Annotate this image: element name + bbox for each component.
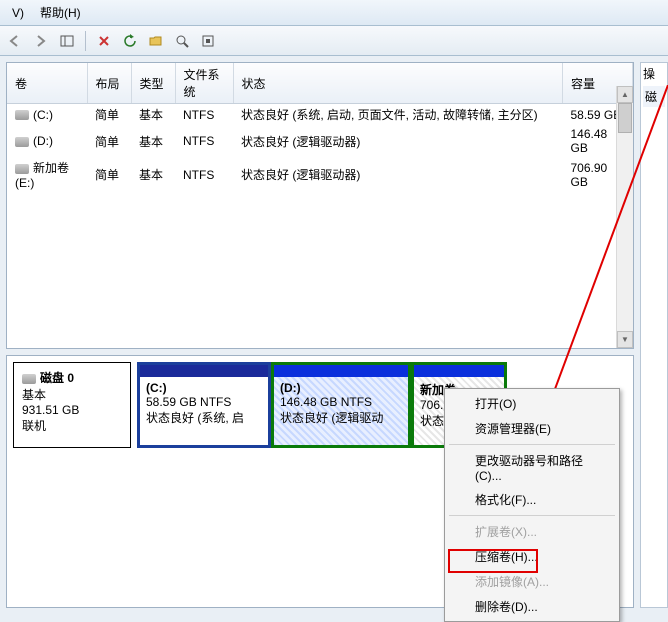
- vol-status: 状态良好 (系统, 启动, 页面文件, 活动, 故障转储, 主分区): [233, 104, 563, 126]
- volume-table-container: 卷 布局 类型 文件系统 状态 容量 (C:) 简单 基本 NTFS 状态良好: [6, 62, 634, 349]
- table-row[interactable]: (C:) 简单 基本 NTFS 状态良好 (系统, 启动, 页面文件, 活动, …: [7, 104, 633, 126]
- col-status[interactable]: 状态: [233, 63, 563, 104]
- table-row[interactable]: 新加卷 (E:) 简单 基本 NTFS 状态良好 (逻辑驱动器) 706.90 …: [7, 157, 633, 192]
- toolbar-separator: [85, 31, 86, 51]
- disk-icon: [22, 374, 36, 384]
- scroll-up-icon[interactable]: ▲: [617, 86, 633, 103]
- disk-title: 磁盘 0: [40, 371, 74, 385]
- vol-layout: 简单: [87, 157, 131, 192]
- part-status: 状态良好 (系统, 启: [146, 411, 244, 425]
- col-type[interactable]: 类型: [131, 63, 175, 104]
- actions-item[interactable]: 磁: [643, 86, 665, 107]
- settings-icon[interactable]: [197, 30, 219, 52]
- drive-icon: [15, 164, 29, 174]
- partition-c[interactable]: (C:) 58.59 GB NTFS 状态良好 (系统, 启: [137, 362, 271, 448]
- partition-header: [274, 365, 408, 377]
- drive-icon: [15, 137, 29, 147]
- menu-help[interactable]: 帮助(H): [32, 0, 89, 25]
- part-size: 146.48 GB NTFS: [280, 395, 372, 409]
- vol-status: 状态良好 (逻辑驱动器): [233, 125, 563, 157]
- vol-layout: 简单: [87, 125, 131, 157]
- actions-header: 操: [643, 65, 665, 82]
- forward-icon[interactable]: [30, 30, 52, 52]
- ctx-explorer[interactable]: 资源管理器(E): [447, 416, 617, 441]
- menu-separator: [449, 515, 615, 516]
- scroll-down-icon[interactable]: ▼: [617, 331, 633, 348]
- ctx-extend: 扩展卷(X)...: [447, 519, 617, 544]
- ctx-shrink[interactable]: 压缩卷(H)...: [447, 544, 617, 569]
- disk-info-box[interactable]: 磁盘 0 基本 931.51 GB 联机: [13, 362, 131, 448]
- table-row[interactable]: (D:) 简单 基本 NTFS 状态良好 (逻辑驱动器) 146.48 GB: [7, 125, 633, 157]
- ctx-format[interactable]: 格式化(F)...: [447, 487, 617, 512]
- part-size: 58.59 GB NTFS: [146, 395, 231, 409]
- disk-size: 931.51 GB: [22, 403, 122, 417]
- context-menu: 打开(O) 资源管理器(E) 更改驱动器号和路径(C)... 格式化(F)...…: [444, 388, 620, 622]
- disk-state: 联机: [22, 417, 122, 434]
- part-label: (C:): [146, 381, 167, 395]
- vol-type: 基本: [131, 104, 175, 126]
- disk-type: 基本: [22, 386, 122, 403]
- col-layout[interactable]: 布局: [87, 63, 131, 104]
- actions-pane: 操 磁: [640, 62, 668, 608]
- ctx-delete[interactable]: 删除卷(D)...: [447, 594, 617, 619]
- menu-v[interactable]: V): [4, 2, 32, 24]
- vol-name: (C:): [33, 108, 53, 122]
- close-icon[interactable]: [93, 30, 115, 52]
- panel-icon[interactable]: [56, 30, 78, 52]
- vol-layout: 简单: [87, 104, 131, 126]
- vol-type: 基本: [131, 157, 175, 192]
- vol-fs: NTFS: [175, 104, 233, 126]
- partition-header: [140, 365, 268, 377]
- part-label: (D:): [280, 381, 301, 395]
- drive-icon: [15, 110, 29, 120]
- vol-fs: NTFS: [175, 157, 233, 192]
- menubar: V) 帮助(H): [0, 0, 668, 26]
- back-icon[interactable]: [4, 30, 26, 52]
- menu-separator: [449, 444, 615, 445]
- vol-fs: NTFS: [175, 125, 233, 157]
- ctx-change-letter[interactable]: 更改驱动器号和路径(C)...: [447, 448, 617, 487]
- ctx-open[interactable]: 打开(O): [447, 391, 617, 416]
- open-icon[interactable]: [145, 30, 167, 52]
- scroll-thumb[interactable]: [618, 103, 632, 133]
- vol-type: 基本: [131, 125, 175, 157]
- col-fs[interactable]: 文件系统: [175, 63, 233, 104]
- vertical-scrollbar[interactable]: ▲ ▼: [616, 86, 633, 348]
- volume-table: 卷 布局 类型 文件系统 状态 容量 (C:) 简单 基本 NTFS 状态良好: [7, 63, 633, 192]
- partition-header: [414, 365, 504, 377]
- vol-name: (D:): [33, 134, 53, 148]
- col-volume[interactable]: 卷: [7, 63, 87, 104]
- toolbar: [0, 26, 668, 56]
- zoom-icon[interactable]: [171, 30, 193, 52]
- partition-d[interactable]: (D:) 146.48 GB NTFS 状态良好 (逻辑驱动: [271, 362, 411, 448]
- vol-status: 状态良好 (逻辑驱动器): [233, 157, 563, 192]
- part-status: 状态良好 (逻辑驱动: [280, 411, 383, 425]
- refresh-icon[interactable]: [119, 30, 141, 52]
- ctx-mirror: 添加镜像(A)...: [447, 569, 617, 594]
